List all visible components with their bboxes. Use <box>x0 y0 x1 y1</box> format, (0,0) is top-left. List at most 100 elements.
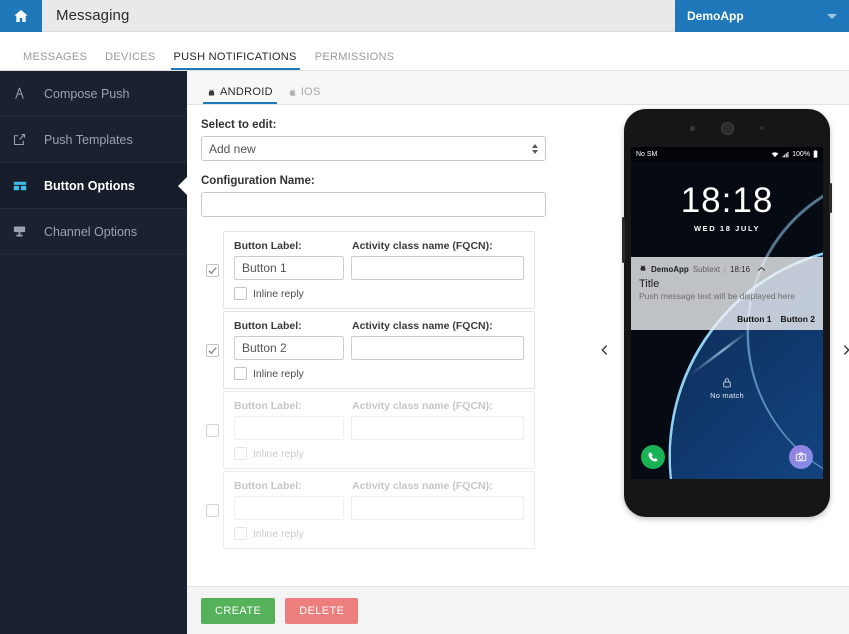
tab-push-notifications[interactable]: PUSH NOTIFICATIONS <box>165 51 306 70</box>
compose-icon <box>12 84 36 104</box>
sidebar-item-channel-options[interactable]: Channel Options <box>0 209 187 255</box>
chevron-up-icon[interactable] <box>757 265 766 274</box>
button-row-4-fqcn-input <box>351 496 524 520</box>
button-row-4-enable-checkbox[interactable] <box>205 503 219 517</box>
content-panel: ANDROID IOS Select to edit: Add new Conf… <box>187 71 849 634</box>
sidebar-item-label: Button Options <box>44 178 135 193</box>
delete-button[interactable]: DELETE <box>285 597 359 624</box>
select-to-edit-dropdown[interactable]: Add new <box>201 136 546 161</box>
button-row-2-enable-cell <box>201 343 223 357</box>
notification-body: Push message text will be displayed here <box>639 291 795 301</box>
sidebar-item-label: Compose Push <box>44 86 130 101</box>
button-row-3-inline-reply-checkbox <box>234 447 247 460</box>
tab-android[interactable]: ANDROID <box>199 86 281 104</box>
activity-class-header: Activity class name (FQCN): <box>352 240 493 252</box>
carrier-label: No SM <box>636 150 658 158</box>
sidebar-item-compose-push[interactable]: Compose Push <box>0 71 187 117</box>
notification-action-1[interactable]: Button 1 <box>737 314 771 324</box>
android-icon <box>207 88 216 97</box>
select-to-edit-wrapper: Add new <box>201 136 546 161</box>
button-row-1-label-input[interactable] <box>234 256 344 280</box>
button-row-2-fqcn-input[interactable] <box>351 336 524 360</box>
activity-class-header: Activity class name (FQCN): <box>352 320 493 332</box>
inline-reply-label: Inline reply <box>253 367 304 380</box>
preview-next-button[interactable] <box>837 339 849 367</box>
inline-reply-label: Inline reply <box>253 287 304 300</box>
platform-tabs: ANDROID IOS <box>187 71 849 105</box>
button-row-4-enable-cell <box>201 503 223 517</box>
button-row-2-enable-checkbox[interactable] <box>205 343 219 357</box>
preview-prev-button[interactable] <box>595 339 613 367</box>
button-row-4-label-input <box>234 496 344 520</box>
inline-reply-label: Inline reply <box>253 447 304 460</box>
tenant-selector[interactable]: DemoApp <box>675 0 849 32</box>
notification-action-2[interactable]: Button 2 <box>781 314 815 324</box>
sidebar-item-button-options[interactable]: Button Options <box>0 163 187 209</box>
create-button[interactable]: CREATE <box>201 597 276 624</box>
status-bar-right: 100% <box>771 150 818 158</box>
sidebar-item-label: Push Templates <box>44 132 133 147</box>
phone-icon <box>647 451 659 463</box>
tab-ios-label: IOS <box>300 86 321 98</box>
lockscreen-clock: 18:18 <box>680 181 774 220</box>
button-label-header: Button Label: <box>234 240 302 252</box>
configuration-name-label: Configuration Name: <box>201 175 315 187</box>
select-to-edit-label: Select to edit: <box>201 119 277 131</box>
wifi-icon <box>771 151 779 158</box>
notification-time: 18:16 <box>730 264 751 274</box>
button-row-3-fqcn-input <box>351 416 524 440</box>
configuration-name-input[interactable] <box>201 192 546 217</box>
button-row-3-inline-reply: Inline reply <box>234 447 524 460</box>
button-row-1: Button Label: Activity class name (FQCN)… <box>201 231 587 309</box>
button-row-4-headers: Button Label: Activity class name (FQCN)… <box>234 480 524 492</box>
activity-class-header: Activity class name (FQCN): <box>352 480 493 492</box>
phone-shortcut[interactable] <box>641 445 665 469</box>
nav-tabs: MESSAGES DEVICES PUSH NOTIFICATIONS PERM… <box>0 32 849 71</box>
tab-messages[interactable]: MESSAGES <box>14 51 96 70</box>
channel-icon <box>12 222 36 242</box>
button-row-1-headers: Button Label: Activity class name (FQCN)… <box>234 240 524 252</box>
notification-card[interactable]: DemoApp Subtext | 18:16 Title Push messa… <box>631 257 823 331</box>
buttons-icon <box>12 176 36 196</box>
device-preview: No SM 100% 18:18 WED 18 JULY DemoApp Sub… <box>587 105 849 600</box>
front-camera-icon <box>690 125 695 131</box>
footer-actions: CREATE DELETE <box>187 586 849 634</box>
button-row-1-enable-checkbox[interactable] <box>205 263 219 277</box>
button-label-header: Button Label: <box>234 480 302 492</box>
phone-screen: No SM 100% 18:18 WED 18 JULY DemoApp Sub… <box>631 147 823 479</box>
button-row-2-fields: Button Label: Activity class name (FQCN)… <box>223 311 535 389</box>
tab-permissions[interactable]: PERMISSIONS <box>306 51 404 70</box>
chevron-right-icon <box>840 340 849 365</box>
button-row-3-fields: Button Label: Activity class name (FQCN)… <box>223 391 535 469</box>
home-button[interactable] <box>0 0 42 32</box>
button-row-4-inline-reply: Inline reply <box>234 527 524 540</box>
button-row-2: Button Label: Activity class name (FQCN)… <box>201 311 587 389</box>
button-row-1-inline-reply: Inline reply <box>234 287 524 300</box>
phone-power-key <box>829 183 832 213</box>
sidebar-item-push-templates[interactable]: Push Templates <box>0 117 187 163</box>
tab-devices[interactable]: DEVICES <box>96 51 164 70</box>
chevron-down-icon <box>827 13 837 19</box>
signal-icon <box>782 151 789 158</box>
button-row-3-inputs <box>234 416 524 440</box>
button-row-3-enable-cell <box>201 423 223 437</box>
button-row-4-inputs <box>234 496 524 520</box>
sidebar: Compose Push Push Templates Button Optio… <box>0 71 187 634</box>
button-row-1-fqcn-input[interactable] <box>351 256 524 280</box>
button-row-3-label-input <box>234 416 344 440</box>
lock-icon <box>631 377 823 389</box>
inline-reply-label: Inline reply <box>253 527 304 540</box>
button-row-2-inline-reply-checkbox[interactable] <box>234 367 247 380</box>
top-bar: Messaging DemoApp <box>0 0 849 32</box>
camera-shortcut[interactable] <box>789 445 813 469</box>
button-row-4: Button Label: Activity class name (FQCN)… <box>201 471 587 549</box>
lockscreen-date: WED 18 JULY <box>693 224 761 233</box>
phone-volume-key <box>622 217 625 263</box>
button-row-2-label-input[interactable] <box>234 336 344 360</box>
button-row-1-inline-reply-checkbox[interactable] <box>234 287 247 300</box>
apple-icon <box>289 88 297 97</box>
activity-class-header: Activity class name (FQCN): <box>352 400 493 412</box>
form-area: Select to edit: Add new Configuration Na… <box>187 105 587 600</box>
button-row-3-enable-checkbox[interactable] <box>205 423 219 437</box>
tab-ios[interactable]: IOS <box>281 86 329 104</box>
